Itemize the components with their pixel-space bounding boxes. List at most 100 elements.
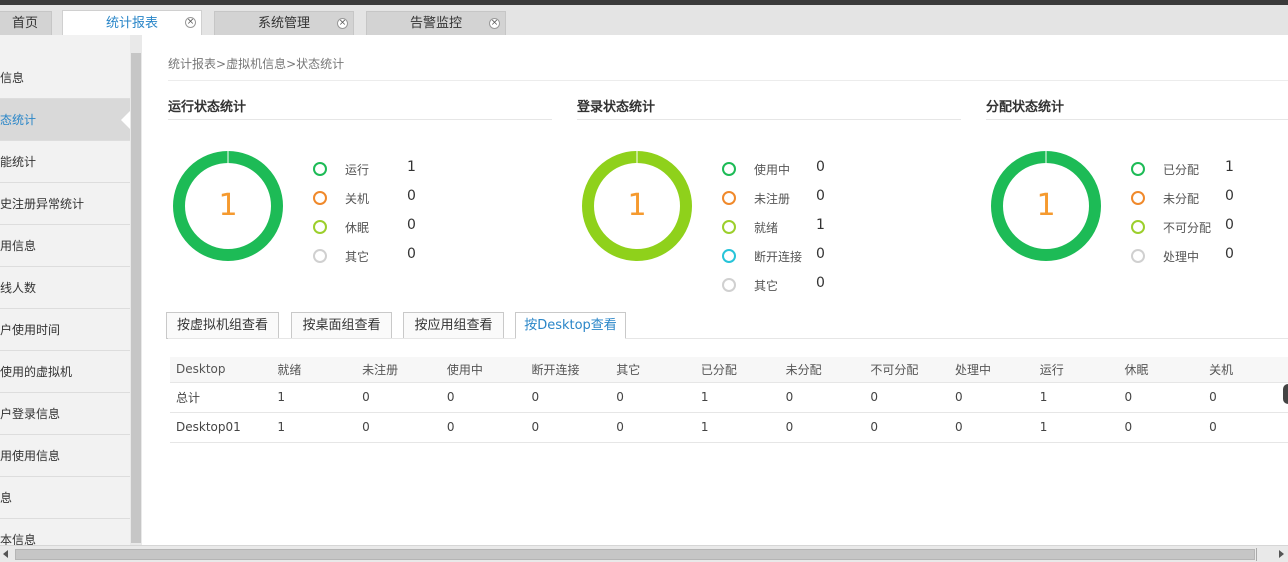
view-by-vm-group-button[interactable]: 按虚拟机组查看 bbox=[166, 312, 279, 339]
table-cell: 0 bbox=[864, 382, 950, 413]
legend-value: 0 bbox=[1225, 188, 1234, 204]
horizontal-scrollbar-thumb[interactable] bbox=[15, 549, 1255, 560]
divider bbox=[168, 119, 552, 120]
table-cell: 0 bbox=[1118, 412, 1204, 443]
scroll-right-icon[interactable] bbox=[1279, 550, 1284, 558]
legend-label: 断开连接 bbox=[754, 250, 803, 264]
scroll-grip-icon bbox=[1256, 548, 1270, 561]
legend-label: 未分配 bbox=[1163, 192, 1200, 206]
table-cell: 0 bbox=[779, 382, 865, 413]
table-cell: 0 bbox=[525, 412, 611, 443]
column-header[interactable]: 运行 bbox=[1033, 357, 1119, 383]
tab-home[interactable]: 首页 bbox=[0, 11, 52, 35]
legend-value: 0 bbox=[1225, 217, 1234, 233]
divider bbox=[168, 338, 1288, 339]
view-by-desktop-group-button[interactable]: 按桌面组查看 bbox=[291, 312, 392, 339]
legend-value: 0 bbox=[407, 217, 416, 233]
table-cell: 0 bbox=[525, 382, 611, 413]
breadcrumb-item[interactable]: 虚拟机信息 bbox=[226, 57, 286, 71]
sidebar-item[interactable]: 用使用信息 bbox=[0, 435, 130, 477]
sidebar-item-label: 息 bbox=[0, 491, 13, 505]
section-title-run-status: 运行状态统计 bbox=[168, 100, 247, 115]
sidebar-item-active[interactable]: 态统计 bbox=[0, 99, 130, 141]
legend-value: 0 bbox=[816, 275, 825, 291]
table-row-total[interactable]: 总计 1 0 0 0 0 1 0 0 0 1 0 0 bbox=[170, 382, 1288, 413]
status-dot-icon bbox=[1131, 220, 1145, 234]
tab-reports[interactable]: 统计报表 × bbox=[62, 10, 202, 36]
legend-label: 其它 bbox=[345, 250, 370, 264]
breadcrumb-separator: > bbox=[216, 57, 227, 71]
donut-total: 1 bbox=[627, 188, 647, 223]
close-icon[interactable]: × bbox=[185, 17, 196, 28]
table-cell: 1 bbox=[694, 382, 780, 413]
legend-label: 处理中 bbox=[1163, 250, 1200, 264]
legend-value: 0 bbox=[816, 246, 825, 262]
status-dot-icon bbox=[1131, 249, 1145, 263]
sidebar-item-label: 户使用时间 bbox=[0, 323, 61, 337]
view-by-app-group-button[interactable]: 按应用组查看 bbox=[403, 312, 504, 339]
column-header[interactable]: 未分配 bbox=[779, 357, 865, 383]
column-header[interactable]: 就绪 bbox=[271, 357, 357, 383]
table-cell: 1 bbox=[1033, 412, 1119, 443]
column-header[interactable]: 处理中 bbox=[949, 357, 1034, 383]
sidebar-item[interactable]: 户使用时间 bbox=[0, 309, 130, 351]
table-cell: 0 bbox=[356, 382, 441, 413]
column-header[interactable]: 使用中 bbox=[440, 357, 526, 383]
sidebar-item[interactable]: 史注册异常统计 bbox=[0, 183, 130, 225]
sidebar-item[interactable]: 本信息 bbox=[0, 519, 130, 545]
column-header[interactable]: 关机 bbox=[1203, 357, 1288, 383]
breadcrumb-current: 状态统计 bbox=[296, 57, 345, 71]
close-icon[interactable]: × bbox=[337, 18, 348, 29]
view-by-desktop-button[interactable]: 按Desktop查看 bbox=[515, 312, 626, 344]
table-header-row: Desktop 就绪 未注册 使用中 断开连接 其它 已分配 未分配 不可分配 … bbox=[170, 357, 1288, 383]
column-header[interactable]: 已分配 bbox=[694, 357, 780, 383]
table-cell: 1 bbox=[271, 412, 357, 443]
sidebar-item-label: 户登录信息 bbox=[0, 407, 61, 421]
sidebar-item[interactable]: 使用的虚拟机 bbox=[0, 351, 130, 393]
column-header[interactable]: 休眠 bbox=[1118, 357, 1204, 383]
table-cell: 0 bbox=[1203, 382, 1288, 413]
horizontal-scrollbar[interactable] bbox=[0, 545, 1288, 562]
close-icon[interactable]: × bbox=[489, 18, 500, 29]
tab-system-label: 系统管理 bbox=[257, 16, 310, 31]
main-content: 统计报表>虚拟机信息>状态统计 运行状态统计 1 运行 1 关机 0 休眠 0 … bbox=[142, 35, 1288, 545]
legend-label: 就绪 bbox=[754, 221, 779, 235]
table-cell: 1 bbox=[694, 412, 780, 443]
tab-alarms[interactable]: 告警监控 × bbox=[366, 11, 506, 35]
sidebar-item[interactable]: 户登录信息 bbox=[0, 393, 130, 435]
legend-label: 已分配 bbox=[1163, 163, 1200, 177]
column-header[interactable]: 断开连接 bbox=[525, 357, 611, 383]
table-cell: 1 bbox=[1033, 382, 1119, 413]
column-header[interactable]: Desktop bbox=[170, 357, 272, 383]
status-dot-icon bbox=[722, 191, 736, 205]
sidebar-scrollbar[interactable] bbox=[130, 35, 142, 545]
status-dot-icon bbox=[722, 249, 736, 263]
active-pointer-icon bbox=[564, 338, 577, 344]
table-cell: 0 bbox=[610, 412, 695, 443]
breadcrumb-separator: > bbox=[286, 57, 297, 71]
scroll-left-icon[interactable] bbox=[3, 550, 8, 558]
sidebar-item[interactable]: 用信息 bbox=[0, 225, 130, 267]
table-row[interactable]: Desktop01 1 0 0 0 0 1 0 0 0 1 0 0 bbox=[170, 412, 1288, 443]
tab-system[interactable]: 系统管理 × bbox=[214, 11, 354, 35]
section-title-allocation-status: 分配状态统计 bbox=[986, 100, 1065, 115]
sidebar: 信息 态统计 能统计 史注册异常统计 用信息 线人数 户使用时间 使用的虚拟机 … bbox=[0, 35, 130, 545]
section-title-login-status: 登录状态统计 bbox=[577, 100, 656, 115]
column-header[interactable]: 未注册 bbox=[356, 357, 441, 383]
legend-value: 1 bbox=[407, 159, 416, 175]
legend-value: 1 bbox=[1225, 159, 1234, 175]
table-cell: 0 bbox=[440, 382, 526, 413]
column-header[interactable]: 不可分配 bbox=[864, 357, 950, 383]
sidebar-item[interactable]: 能统计 bbox=[0, 141, 130, 183]
sidebar-item[interactable]: 息 bbox=[0, 477, 130, 519]
sidebar-scrollbar-thumb[interactable] bbox=[131, 53, 141, 543]
sidebar-item-label: 本信息 bbox=[0, 533, 37, 545]
status-dot-icon bbox=[1131, 191, 1145, 205]
breadcrumb-item[interactable]: 统计报表 bbox=[168, 57, 216, 71]
table-cell: 0 bbox=[779, 412, 865, 443]
column-header[interactable]: 其它 bbox=[610, 357, 695, 383]
sidebar-item[interactable]: 线人数 bbox=[0, 267, 130, 309]
legend-label: 关机 bbox=[345, 192, 370, 206]
legend-label: 运行 bbox=[345, 163, 370, 177]
sidebar-item[interactable]: 信息 bbox=[0, 57, 130, 99]
